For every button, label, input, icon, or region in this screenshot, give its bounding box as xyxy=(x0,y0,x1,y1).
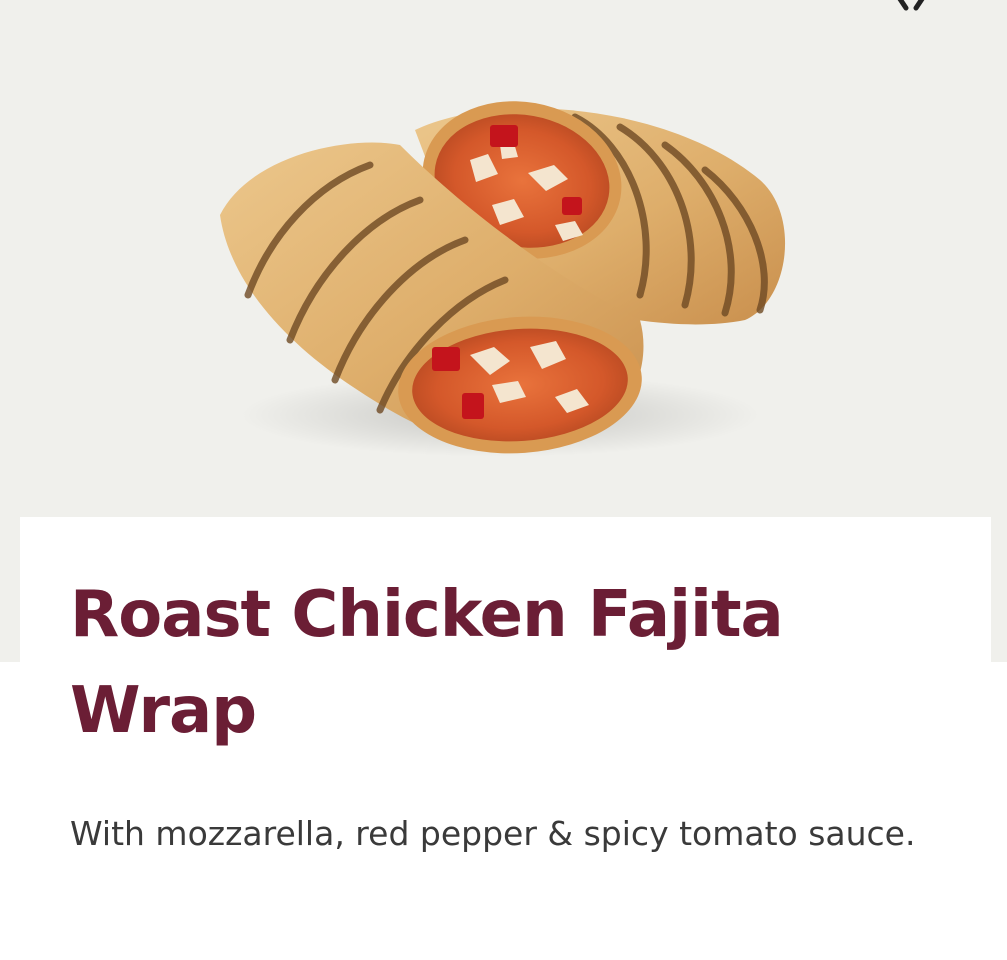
close-icon xyxy=(897,0,925,11)
product-title: Roast Chicken Fajita Wrap xyxy=(70,578,784,748)
product-info-card: Roast Chicken Fajita Wrap With mozzarell… xyxy=(20,517,991,960)
product-image xyxy=(200,85,820,475)
product-description: With mozzarella, red pepper & spicy toma… xyxy=(70,814,916,853)
product-detail-screen: Roast Chicken Fajita Wrap With mozzarell… xyxy=(0,0,1007,960)
close-button[interactable] xyxy=(876,0,946,12)
